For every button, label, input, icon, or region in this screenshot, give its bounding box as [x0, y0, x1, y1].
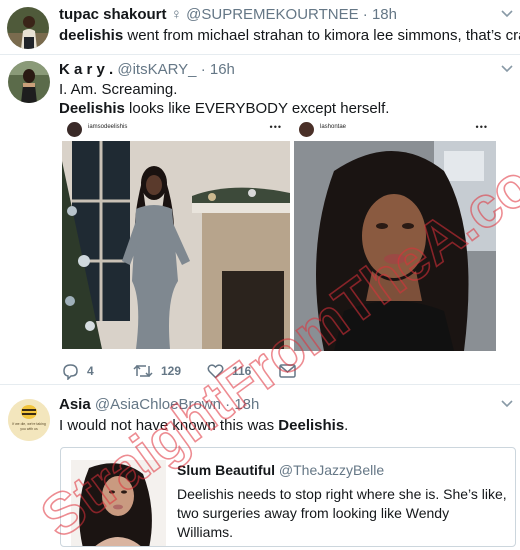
avatar[interactable]	[8, 61, 50, 103]
retweet-icon	[133, 364, 153, 378]
tweet-header: K a r y . @itsKARY_ · 16h	[59, 61, 235, 79]
quoted-tweet-photo	[71, 460, 166, 546]
separator: ·	[362, 6, 368, 23]
quoted-tweet-header: Slum Beautiful @TheJazzyBelle	[177, 461, 384, 479]
instagram-screenshot-1[interactable]: iamsodeelishis •••	[62, 119, 290, 351]
timestamp[interactable]: 18h	[234, 396, 259, 413]
timestamp[interactable]: 16h	[210, 61, 235, 78]
quoted-tweet[interactable]: Slum Beautiful @TheJazzyBelle Deelishis …	[60, 447, 516, 547]
direct-message-button[interactable]	[279, 361, 296, 381]
chevron-down-icon[interactable]	[500, 400, 514, 410]
user-handle[interactable]: @SUPREMEKOURTNEE	[186, 6, 358, 23]
tweet-2[interactable]: K a r y . @itsKARY_ · 16h I. Am. Screami…	[0, 55, 520, 385]
timestamp[interactable]: 18h	[372, 6, 397, 23]
display-name[interactable]: K a r y .	[59, 61, 113, 78]
quoted-display-name[interactable]: Slum Beautiful	[177, 462, 275, 478]
instagram-photo	[62, 141, 290, 349]
tweet-text-rest: looks like EVERYBODY except herself.	[124, 100, 390, 117]
tweet-text-line-1: I. Am. Screaming.	[59, 81, 178, 98]
tweet-3[interactable]: If we die, we're taking you with us Asia…	[0, 385, 520, 550]
chevron-down-icon[interactable]	[500, 10, 514, 20]
mention-text: Deelishis	[278, 417, 345, 434]
gender-symbol: ♀	[170, 6, 182, 23]
heart-icon	[207, 364, 224, 379]
separator: ·	[225, 396, 231, 413]
tweet-text: deelishis went from michael strahan to k…	[59, 26, 520, 45]
instagram-header: iamsodeelishis •••	[62, 119, 290, 141]
tweet-text-end: .	[344, 417, 349, 434]
tweet-actions: 4 129 116	[0, 361, 520, 381]
avatar[interactable]: If we die, we're taking you with us	[8, 399, 50, 441]
avatar[interactable]	[7, 7, 49, 49]
instagram-avatar	[67, 122, 82, 137]
quoted-user-handle[interactable]: @TheJazzyBelle	[279, 462, 384, 478]
user-handle[interactable]: @itsKARY_	[117, 61, 196, 78]
tweet-text-start: I would not have known this was	[59, 417, 279, 434]
reply-count: 4	[87, 364, 94, 378]
retweet-count: 129	[161, 364, 182, 378]
mention-text: Deelishis	[59, 100, 125, 117]
avatar-caption: If we die, we're taking you with us	[12, 422, 46, 431]
tweet-1[interactable]: tupac shakourt ♀ @SUPREMEKOURTNEE · 18h …	[0, 0, 520, 55]
envelope-icon	[279, 364, 296, 378]
retweet-button[interactable]: 129	[133, 361, 181, 381]
display-name[interactable]: tupac shakourt	[59, 6, 167, 23]
mention-text: deelishis	[59, 27, 124, 44]
quoted-tweet-text: Deelishis needs to stop right where she …	[177, 486, 507, 540]
tweet-text-line-2: Deelishis looks like EVERYBODY except he…	[59, 99, 389, 118]
instagram-photo	[294, 141, 496, 351]
reply-button[interactable]: 4	[62, 361, 94, 381]
tweet-header: Asia @AsiaChloeBrown · 18h	[59, 396, 259, 414]
chevron-down-icon[interactable]	[500, 65, 514, 75]
tweet-header: tupac shakourt ♀ @SUPREMEKOURTNEE · 18h	[59, 6, 397, 24]
tweet-text: I would not have known this was Deelishi…	[59, 416, 348, 435]
instagram-avatar	[299, 122, 314, 137]
like-count: 116	[232, 364, 252, 378]
separator: ·	[200, 61, 206, 78]
instagram-header: lashontae •••	[294, 119, 496, 141]
more-options-icon: •••	[269, 122, 282, 132]
more-options-icon: •••	[475, 122, 488, 132]
display-name[interactable]: Asia	[59, 396, 91, 413]
reply-icon	[63, 363, 78, 380]
tweet-text-rest: went from michael strahan to kimora lee …	[123, 27, 520, 44]
user-handle[interactable]: @AsiaChloeBrown	[95, 396, 221, 413]
like-button[interactable]: 116	[207, 361, 251, 381]
instagram-username: iamsodeelishis	[88, 124, 128, 130]
instagram-screenshot-2[interactable]: lashontae •••	[294, 119, 496, 351]
instagram-username: lashontae	[320, 124, 347, 130]
